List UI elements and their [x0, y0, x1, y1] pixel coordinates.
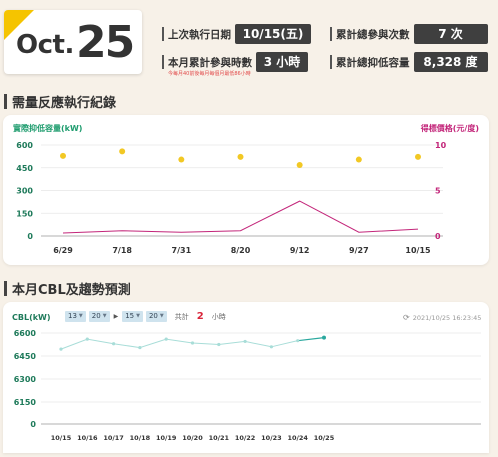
cbl-series-line [60, 338, 298, 350]
total-reduction-value: 8,328 度 [413, 52, 488, 72]
x-tick-label: 10/23 [261, 434, 281, 442]
month-hours-value: 3 小時 [256, 52, 308, 72]
section-dr-history-title: 需量反應執行紀錄 [4, 92, 116, 111]
left-axis-title: 實際抑低容量(kW) [13, 123, 82, 133]
cbl-card: CBL(kW) 6600 6450 6300 6150 0 10/15 10/16 10/17 1… [3, 302, 489, 453]
cbl-axis-title: CBL(kW) [12, 313, 51, 322]
y-tick-label: 450 [16, 164, 33, 173]
cbl-point [59, 347, 63, 351]
from-hour-select[interactable]: 13 ▼ [65, 311, 86, 322]
x-tick-label: 9/12 [290, 246, 310, 255]
timestamp-area: ⟳ 2021/10/25 16:23:45 [403, 313, 481, 322]
to-hour-select[interactable]: 15 ▼ [122, 311, 143, 322]
y-tick-label: 6450 [14, 352, 37, 361]
y-tick-label: 6300 [14, 375, 37, 384]
dr-history-card: 實際抑低容量(kW) 得標價格(元/度) 600 450 300 150 0 10 5 0 6/29… [3, 115, 489, 265]
arrow-right-icon: ▶ [113, 313, 119, 320]
month-hours-label: 本月累計參與時數 [168, 56, 252, 69]
cbl-point [269, 345, 273, 349]
price-point [237, 153, 244, 160]
y-tick-label: 6600 [14, 329, 37, 338]
refresh-icon[interactable]: ⟳ [403, 313, 410, 322]
total-reduction-stat: 累計總抑低容量 8,328 度 [330, 52, 488, 72]
y-tick-label: 150 [16, 209, 33, 218]
y2-tick-label: 5 [435, 187, 441, 196]
total-count-stat: 累計總參與次數 7 次 [330, 24, 488, 44]
x-tick-label: 10/16 [77, 434, 98, 442]
cbl-point [296, 339, 300, 343]
total-unit: 小時 [211, 312, 226, 321]
y-tick-label: 300 [16, 187, 33, 196]
x-tick-label: 8/20 [231, 246, 251, 255]
y-tick-label: 0 [27, 232, 33, 241]
total-value: 2 [196, 311, 204, 322]
chevron-down-icon: ▼ [78, 313, 83, 319]
total-count-value: 7 次 [413, 24, 488, 44]
x-tick-label: 10/21 [209, 434, 230, 442]
section-cbl-title: 本月CBL及趨勢預測 [4, 279, 131, 298]
from-minute-select[interactable]: 20 ▼ [88, 311, 110, 322]
last-exec-stat: 上次執行日期 10/15(五) [162, 24, 311, 44]
section-dr-history-text: 需量反應執行紀錄 [12, 96, 117, 111]
total-reduction-label: 累計總抑低容量 [336, 56, 410, 69]
y-tick-label: 0 [30, 420, 36, 429]
y2-tick-label: 0 [435, 232, 441, 241]
to-minute-select[interactable]: 20 ▼ [145, 311, 167, 322]
price-point [296, 162, 303, 169]
x-tick-label: 6/29 [53, 246, 73, 255]
x-tick-label: 10/24 [287, 434, 308, 442]
cbl-point [217, 342, 221, 347]
last-exec-label: 上次執行日期 [168, 28, 231, 41]
y2-tick-label: 10 [435, 141, 447, 150]
last-exec-value: 10/15(五) [235, 24, 311, 44]
cbl-chart: CBL(kW) 6600 6450 6300 6150 0 10/15 10/16 10/17 1… [12, 313, 481, 442]
x-tick-label: 9/27 [349, 246, 369, 255]
month-hours-note: 今每月40前後每月每個月最低86小時 [168, 71, 251, 77]
dr-history-chart: 實際抑低容量(kW) 得標價格(元/度) 600 450 300 150 0 10 5 0 6/29… [13, 123, 479, 255]
cbl-point [138, 345, 142, 350]
reduction-series-line [62, 200, 419, 234]
timestamp: 2021/10/25 16:23:45 [412, 313, 482, 322]
section-cbl-text: 本月CBL及趨勢預測 [12, 283, 131, 298]
time-range-controls: 13 ▼ 20 ▼ ▶ 15 ▼ 20 ▼ 共計 2 小時 [65, 311, 226, 322]
x-tick-label: 10/17 [103, 434, 123, 442]
cbl-point [322, 335, 326, 340]
cbl-point [190, 341, 195, 345]
y-tick-label: 600 [16, 141, 33, 150]
price-point [60, 152, 66, 159]
x-tick-label: 10/20 [182, 434, 203, 442]
x-tick-label: 10/15 [51, 434, 72, 442]
price-point [355, 156, 362, 163]
chevron-down-icon: ▼ [136, 313, 140, 319]
cbl-point [112, 342, 116, 346]
price-point [178, 156, 185, 163]
x-tick-label: 10/18 [130, 434, 151, 442]
x-tick-label: 10/19 [156, 434, 177, 442]
date-card: Oct. 25 [4, 10, 142, 74]
total-label: 共計 [174, 312, 189, 321]
x-tick-label: 10/25 [314, 434, 335, 442]
right-axis-title: 得標價格(元/度) [420, 123, 479, 133]
price-point [415, 153, 421, 160]
cbl-point [85, 337, 89, 341]
cbl-point [164, 337, 168, 341]
month-hours-stat: 本月累計參與時數 3 小時 [162, 52, 308, 72]
chevron-down-icon: ▼ [159, 313, 164, 319]
date-day: 25 [76, 17, 135, 68]
y-tick-label: 6150 [14, 398, 37, 407]
chevron-down-icon: ▼ [102, 313, 107, 319]
x-tick-label: 10/22 [235, 434, 255, 442]
x-tick-label: 10/15 [405, 246, 431, 255]
price-point [119, 148, 126, 155]
cbl-series-latest-segment [297, 337, 325, 342]
date-month: Oct. [16, 30, 74, 60]
cbl-point [243, 339, 247, 344]
x-tick-label: 7/18 [112, 246, 132, 255]
x-tick-label: 7/31 [172, 246, 192, 255]
total-count-label: 累計總參與次數 [336, 28, 410, 41]
